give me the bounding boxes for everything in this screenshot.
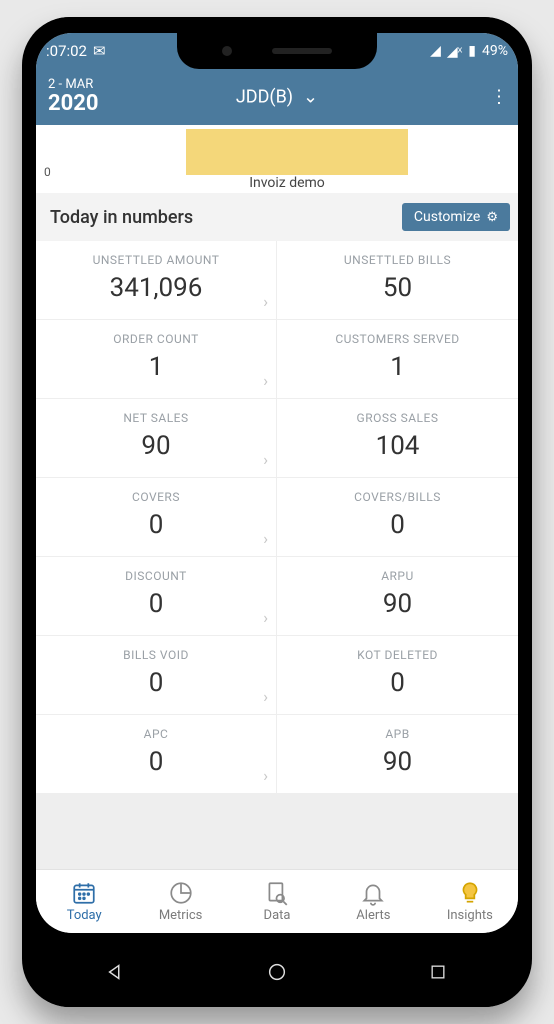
metric-label: KOT DELETED xyxy=(283,648,512,662)
chevron-right-icon: › xyxy=(263,529,268,548)
date-label-line2: 2020 xyxy=(48,92,99,116)
metric-value: 0 xyxy=(283,510,512,540)
triangle-back-icon xyxy=(105,961,127,983)
customize-label: Customize xyxy=(414,209,480,225)
metric-value: 0 xyxy=(42,589,270,619)
tab-data[interactable]: Data xyxy=(229,870,325,933)
android-nav-bar xyxy=(36,947,518,997)
app-bar: 2 - MAR 2020 JDD(B) ⌄ ⋮ xyxy=(36,69,518,125)
metric-value: 0 xyxy=(283,668,512,698)
metric-unsettled-amount[interactable]: UNSETTLED AMOUNT 341,096 › xyxy=(36,241,277,320)
metric-label: UNSETTLED BILLS xyxy=(283,253,512,267)
metric-label: GROSS SALES xyxy=(283,411,512,425)
metric-label: DISCOUNT xyxy=(42,569,270,583)
bell-icon xyxy=(360,880,386,906)
chevron-right-icon: › xyxy=(263,766,268,785)
signal-icon: ◢ xyxy=(430,43,441,59)
metric-label: BILLS VOID xyxy=(42,648,270,662)
tab-today[interactable]: Today xyxy=(36,870,132,933)
status-time: :07:02 xyxy=(46,42,87,60)
tab-label: Alerts xyxy=(356,908,390,923)
tab-insights[interactable]: Insights xyxy=(422,870,518,933)
battery-icon: ▮ xyxy=(468,43,476,59)
tab-label: Data xyxy=(264,908,291,923)
metric-value: 50 xyxy=(283,273,512,303)
chevron-right-icon: › xyxy=(263,687,268,706)
tab-label: Metrics xyxy=(159,908,203,923)
square-recent-icon xyxy=(428,962,448,982)
gear-icon: ⚙ xyxy=(486,210,498,225)
metric-value: 90 xyxy=(283,589,512,619)
metric-label: CUSTOMERS SERVED xyxy=(283,332,512,346)
metric-value: 90 xyxy=(42,431,270,461)
battery-text: 49% xyxy=(482,43,508,59)
metric-value: 1 xyxy=(42,352,270,382)
metric-label: APC xyxy=(42,727,270,741)
metric-label: COVERS xyxy=(42,490,270,504)
tab-label: Insights xyxy=(447,908,493,923)
metric-apc[interactable]: APC 0 › xyxy=(36,715,277,794)
date-selector[interactable]: 2 - MAR 2020 xyxy=(48,78,99,116)
tab-alerts[interactable]: Alerts xyxy=(325,870,421,933)
metric-label: ARPU xyxy=(283,569,512,583)
android-back-button[interactable] xyxy=(103,959,129,985)
metric-label: ORDER COUNT xyxy=(42,332,270,346)
tab-metrics[interactable]: Metrics xyxy=(132,870,228,933)
location-title: JDD(B) xyxy=(236,87,293,108)
metric-value: 0 xyxy=(42,747,270,777)
metric-label: UNSETTLED AMOUNT xyxy=(42,253,270,267)
metric-value: 341,096 xyxy=(42,273,270,303)
metrics-grid: UNSETTLED AMOUNT 341,096 › UNSETTLED BIL… xyxy=(36,241,518,869)
metric-discount[interactable]: DISCOUNT 0 › xyxy=(36,557,277,636)
android-home-button[interactable] xyxy=(264,959,290,985)
metric-arpu[interactable]: ARPU 90 xyxy=(277,557,518,636)
document-search-icon xyxy=(264,880,290,906)
bottom-tab-bar: Today Metrics Data Alerts Insights xyxy=(36,869,518,933)
metric-bills-void[interactable]: BILLS VOID 0 › xyxy=(36,636,277,715)
metric-customers-served[interactable]: CUSTOMERS SERVED 1 xyxy=(277,320,518,399)
metric-gross-sales[interactable]: GROSS SALES 104 xyxy=(277,399,518,478)
metric-label: COVERS/BILLS xyxy=(283,490,512,504)
chart-card: 0 Invoiz demo xyxy=(36,125,518,193)
metric-label: APB xyxy=(283,727,512,741)
customize-button[interactable]: Customize ⚙ xyxy=(402,203,510,231)
metric-value: 0 xyxy=(42,510,270,540)
calendar-icon xyxy=(71,880,97,906)
section-title: Today in numbers xyxy=(50,207,193,228)
metric-covers[interactable]: COVERS 0 › xyxy=(36,478,277,557)
tab-label: Today xyxy=(67,908,102,923)
mail-icon: ✉ xyxy=(93,42,106,60)
chevron-down-icon: ⌄ xyxy=(303,87,318,108)
metric-value: 0 xyxy=(42,668,270,698)
location-dropdown[interactable]: JDD(B) ⌄ xyxy=(236,87,318,108)
pie-chart-icon xyxy=(168,880,194,906)
metric-order-count[interactable]: ORDER COUNT 1 › xyxy=(36,320,277,399)
metric-net-sales[interactable]: NET SALES 90 › xyxy=(36,399,277,478)
metric-unsettled-bills[interactable]: UNSETTLED BILLS 50 xyxy=(277,241,518,320)
metric-kot-deleted[interactable]: KOT DELETED 0 xyxy=(277,636,518,715)
chevron-right-icon: › xyxy=(263,450,268,469)
chevron-right-icon: › xyxy=(263,292,268,311)
chevron-right-icon: › xyxy=(263,608,268,627)
date-label-line1: 2 - MAR xyxy=(48,78,99,92)
chevron-right-icon: › xyxy=(263,371,268,390)
metric-value: 104 xyxy=(283,431,512,461)
android-recent-button[interactable] xyxy=(425,959,451,985)
overflow-menu-button[interactable]: ⋮ xyxy=(490,87,508,108)
lightbulb-icon xyxy=(457,880,483,906)
signal-x-icon: ◢ˣ xyxy=(447,43,462,60)
chart-bar xyxy=(186,129,408,175)
metric-value: 1 xyxy=(283,352,512,382)
circle-home-icon xyxy=(266,961,288,983)
metric-label: NET SALES xyxy=(42,411,270,425)
chart-y-zero: 0 xyxy=(44,165,51,179)
metric-apb[interactable]: APB 90 xyxy=(277,715,518,794)
metric-covers-bills[interactable]: COVERS/BILLS 0 xyxy=(277,478,518,557)
metric-value: 90 xyxy=(283,747,512,777)
